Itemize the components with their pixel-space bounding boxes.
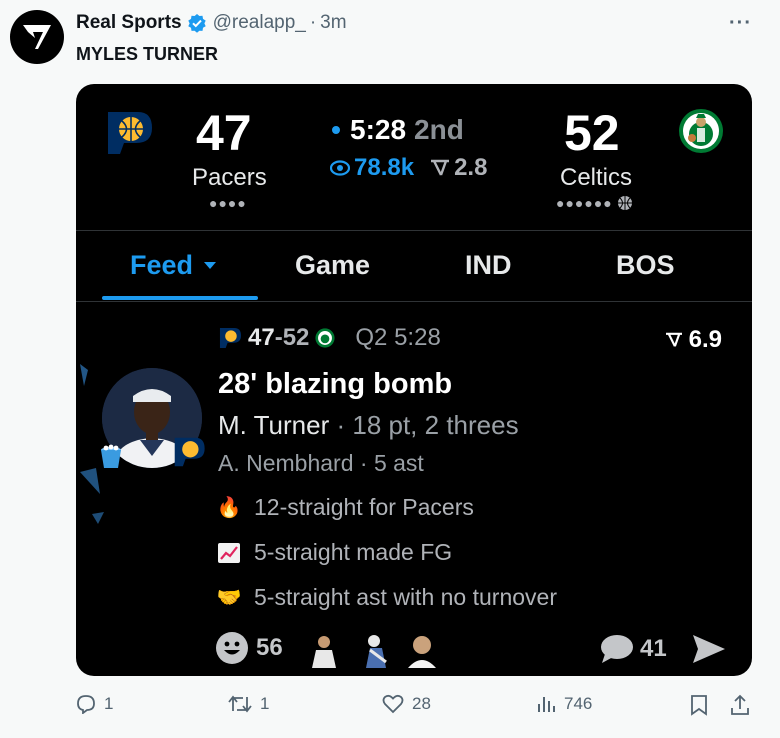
reply-count: 1 (104, 694, 114, 713)
decorative-shard-icon (92, 512, 104, 524)
away-score: 47 (196, 105, 252, 161)
eye-icon (330, 160, 350, 176)
pacers-mini-logo-icon (219, 327, 241, 349)
comment-bubble-icon (601, 635, 633, 663)
reaction-player-icon (312, 636, 336, 668)
play-assist-line: A. Nembhard · 5 ast (218, 450, 424, 476)
reaction-count: 56 (256, 634, 283, 661)
handshake-icon: 🤝 (216, 587, 242, 609)
tab-feed[interactable]: Feed (130, 250, 217, 281)
tabs-divider (76, 301, 752, 302)
post-text: MYLES TURNER (76, 44, 219, 64)
viewer-count-value: 78.8k (354, 154, 415, 181)
decorative-shard-icon (80, 468, 100, 494)
play-score-away: 47 (248, 324, 275, 351)
repost-count: 1 (260, 694, 270, 713)
reply-button[interactable]: 1 (76, 694, 113, 714)
play-hot-meter: 6.9 (665, 326, 722, 354)
possession-ball-icon (617, 196, 632, 210)
active-tab-indicator (102, 296, 258, 300)
home-score: 52 (564, 105, 620, 161)
like-count: 28 (412, 694, 431, 713)
send-icon[interactable] (692, 634, 726, 664)
fire-icon: 🔥 (216, 497, 242, 519)
game-card-image[interactable]: 47 Pacers ●●●● 5:28 2nd 78.8k 2.8 52 Cel… (76, 84, 752, 676)
reaction-button[interactable]: 56 (216, 632, 283, 664)
clock-period: 2nd (414, 114, 464, 145)
away-timeouts: ●●●● (209, 195, 247, 211)
home-timeouts: ●●●●●● (556, 195, 633, 211)
bookmark-icon (691, 695, 707, 716)
post-time[interactable]: 3m (320, 12, 346, 34)
verified-badge-icon (187, 13, 207, 33)
bucket-icon (101, 444, 121, 468)
scoreboard-divider (76, 230, 752, 231)
comments-button[interactable]: 41 (600, 634, 667, 664)
comment-count-value: 41 (640, 635, 667, 662)
streak-text: 5-straight ast with no turnover (254, 584, 557, 610)
author-avatar[interactable] (10, 10, 64, 64)
game-stats-line: 78.8k 2.8 (330, 154, 487, 182)
play-player-name[interactable]: M. Turner (218, 410, 329, 440)
viewer-count: 78.8k (330, 154, 414, 182)
streak-text: 5-straight made FG (254, 539, 453, 565)
repost-icon (228, 695, 252, 713)
analytics-icon (538, 697, 555, 712)
tab-feed-label: Feed (130, 250, 194, 280)
tab-bos[interactable]: BOS (616, 250, 675, 281)
play-score-header: 47-52 Q2 5:28 (218, 324, 441, 352)
play-score-home: -52 (274, 324, 310, 351)
pacers-badge-icon (174, 437, 205, 467)
reaction-player-icon (366, 635, 387, 668)
post-header: Real Sports @realapp_ · 3m (76, 12, 347, 34)
hot-meter-icon (431, 159, 450, 176)
real-sports-logo-icon (23, 25, 51, 49)
pacers-logo-icon (108, 112, 152, 154)
celtics-mini-logo-icon (315, 328, 335, 348)
play-score: 47-52 (248, 324, 309, 352)
hot-meter-icon (665, 332, 682, 347)
play-hot-value: 6.9 (688, 326, 722, 353)
play-quarter-time: Q2 5:28 (355, 324, 441, 351)
away-team-name: Pacers (192, 164, 267, 191)
author-name[interactable]: Real Sports (76, 12, 182, 34)
decorative-shard-icon (80, 364, 88, 386)
caret-down-icon (204, 262, 217, 269)
more-horizontal-icon[interactable]: ··· (729, 12, 752, 35)
streak-text: 12-straight for Pacers (254, 494, 474, 520)
views-button[interactable]: 746 (536, 694, 592, 714)
celtics-logo-icon (679, 109, 723, 153)
play-player-line: M. Turner · 18 pt, 2 threes (218, 410, 519, 441)
clock-time: 5:28 (350, 114, 407, 145)
game-clock: 5:28 2nd (332, 114, 464, 146)
home-timeout-dots: ●●●●●● (556, 195, 613, 211)
play-title: 28' blazing bomb (218, 368, 453, 400)
home-team-name: Celtics (560, 164, 633, 191)
chart-up-icon (216, 542, 242, 564)
reply-icon (77, 695, 95, 714)
streak-item: 🤝 5-straight ast with no turnover (216, 584, 557, 611)
separator: · (309, 12, 317, 33)
bookmark-button[interactable] (690, 694, 708, 716)
live-indicator-icon (332, 126, 340, 134)
hot-meter-value: 2.8 (454, 154, 488, 181)
heart-icon (382, 694, 404, 714)
play-player-stats: · 18 pt, 2 threes (329, 410, 519, 440)
smiley-icon (216, 632, 248, 664)
streak-item: 🔥 12-straight for Pacers (216, 494, 474, 521)
like-button[interactable]: 28 (382, 694, 431, 714)
repost-button[interactable]: 1 (228, 694, 269, 714)
share-icon (731, 694, 749, 715)
tab-game[interactable]: Game (295, 250, 370, 281)
streak-item: 5-straight made FG (216, 539, 452, 566)
share-button[interactable] (730, 694, 750, 716)
author-handle[interactable]: @realapp_ (213, 12, 306, 34)
view-count: 746 (564, 694, 593, 713)
tab-ind[interactable]: IND (465, 250, 512, 281)
hot-meter: 2.8 (430, 154, 487, 182)
reaction-player-icon (408, 636, 436, 668)
